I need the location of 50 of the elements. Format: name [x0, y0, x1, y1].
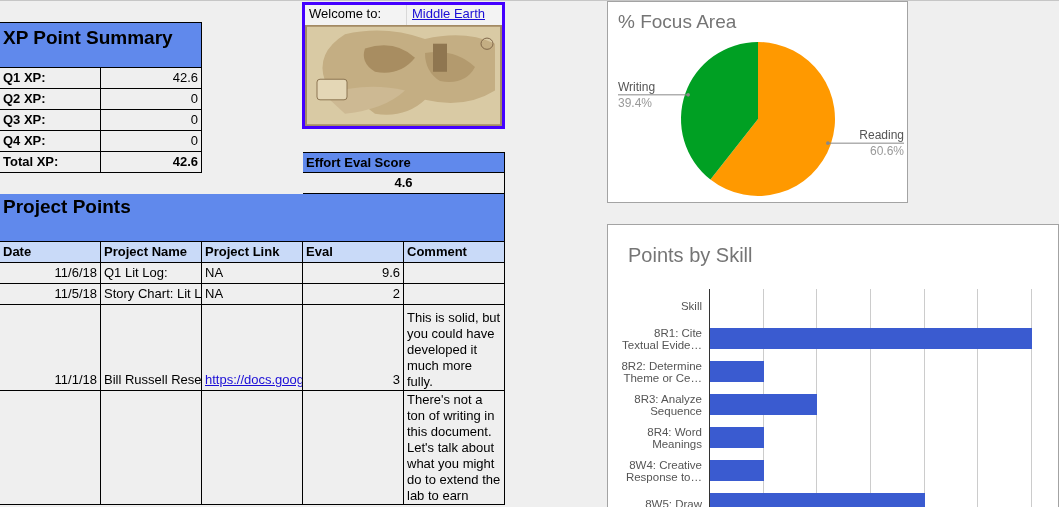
axis-label: Skill — [679, 299, 703, 312]
table-cell: This is solid, but you could have developed it much more fully. — [404, 305, 505, 391]
chart-title: Points by Skill — [627, 243, 754, 267]
column-header: Project Name — [101, 242, 202, 263]
data-label: Reading — [859, 128, 904, 143]
column-header: Eval — [303, 242, 404, 263]
column-header: Project Link — [202, 242, 303, 263]
column-header: Comment — [404, 242, 505, 263]
data-label: Writing — [618, 79, 656, 94]
table-cell: 4.6 — [303, 173, 505, 194]
table-cell: Q2 XP: — [0, 89, 101, 110]
chart-bar — [710, 361, 764, 382]
table-cell: Q4 XP: — [0, 131, 101, 152]
chart-bar — [710, 460, 764, 481]
table-cell: 42.6 — [101, 152, 202, 173]
table-cell: Story Chart: Lit L — [101, 284, 202, 305]
axis-label: 8R3: Analyze Sequence — [633, 392, 703, 417]
table-cell: 11/6/18 — [0, 263, 101, 284]
link[interactable]: Middle Earth — [412, 6, 485, 21]
column-header: Date — [0, 242, 101, 263]
axis-label: 8R1: Cite Textual Evide… — [621, 326, 703, 351]
table-cell: Total XP: — [0, 152, 101, 173]
table-cell: Q3 XP: — [0, 110, 101, 131]
chart-title: % Focus Area — [617, 10, 738, 33]
table-cell: 11/1/18 — [0, 305, 101, 391]
axis-label: 8W4: Creative Response to… — [624, 458, 703, 483]
table-cell: 0 — [101, 89, 202, 110]
axis-label: 8R2: Determine Theme or Ce… — [620, 359, 703, 384]
table-cell: Welcome to: — [305, 5, 407, 25]
section-title: Project Points — [0, 194, 505, 242]
table-cell: 9.6 — [303, 263, 404, 284]
section-title: XP Point Summary — [0, 22, 202, 68]
table-cell-text: NA — [205, 264, 224, 282]
table-cell-text: NA — [205, 285, 224, 303]
table-cell: Q1 XP: — [0, 68, 101, 89]
table-cell: 11/5/18 — [0, 284, 101, 305]
table-cell: 0 — [101, 110, 202, 131]
table-cell: There's not a ton of writing in this document. Let's talk about what you might do to extend the lab to earn — [404, 391, 505, 505]
data-label: 39.4% — [618, 95, 653, 110]
section-title: Effort Eval Score — [303, 152, 505, 173]
axis-label: 8W5: Draw — [644, 497, 703, 507]
axis-label: 8R4: Word Meanings — [646, 425, 703, 450]
table-cell: Q1 Lit Log: — [101, 263, 202, 284]
table-cell: 2 — [303, 284, 404, 305]
data-label: 60.6% — [869, 144, 904, 159]
table-cell: 3 — [303, 305, 404, 391]
table-cell: Bill Russell Rese — [101, 305, 202, 391]
table-cell: 0 — [101, 131, 202, 152]
table-cell: 42.6 — [101, 68, 202, 89]
chart-bar — [710, 427, 764, 448]
